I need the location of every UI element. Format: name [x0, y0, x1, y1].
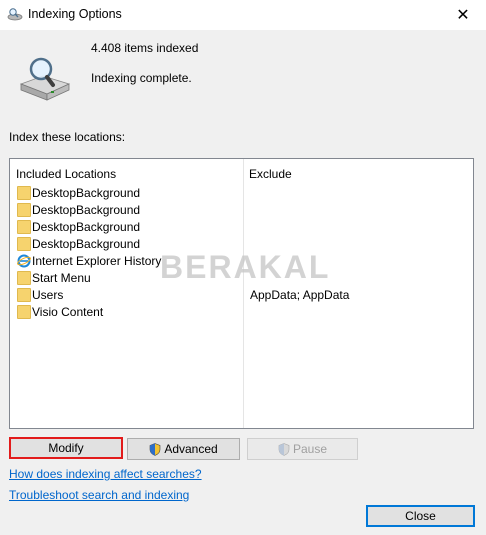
folder-icon	[17, 271, 31, 285]
location-name: DesktopBackground	[32, 237, 141, 251]
locations-list[interactable]: Included Locations Exclude DesktopBackgr…	[9, 158, 474, 429]
index-locations-label: Index these locations:	[9, 130, 126, 144]
modify-button-label: Modify	[48, 441, 84, 455]
location-name: DesktopBackground	[32, 220, 141, 234]
folder-icon	[17, 305, 31, 319]
items-indexed-count: 4.408 items indexed	[91, 41, 199, 55]
included-locations-header[interactable]: Included Locations	[16, 167, 116, 181]
location-exclude: AppData; AppData	[250, 288, 350, 302]
folder-icon	[17, 186, 31, 200]
how-indexing-affects-searches-link[interactable]: How does indexing affect searches?	[9, 467, 202, 481]
close-button-label: Close	[405, 509, 436, 523]
location-name: DesktopBackground	[32, 203, 141, 217]
location-row[interactable]: Users AppData; AppData	[10, 287, 473, 304]
location-name: Visio Content	[32, 305, 104, 319]
watermark: BERAKAL	[160, 249, 331, 285]
location-name: Users	[32, 288, 64, 302]
location-row[interactable]: DesktopBackground	[10, 185, 473, 202]
exclude-header[interactable]: Exclude	[249, 167, 292, 181]
close-button[interactable]: Close	[366, 505, 475, 527]
uac-shield-icon	[150, 442, 161, 456]
location-row[interactable]: Visio Content	[10, 304, 473, 321]
uac-shield-icon	[278, 442, 290, 456]
troubleshoot-search-indexing-link[interactable]: Troubleshoot search and indexing	[9, 488, 189, 502]
advanced-button-label: Advanced	[164, 442, 218, 456]
folder-icon	[17, 220, 31, 234]
close-window-button[interactable]: ✕	[440, 0, 486, 30]
indexing-options-icon	[7, 8, 23, 21]
location-row[interactable]: DesktopBackground	[10, 219, 473, 236]
window-title: Indexing Options	[28, 7, 122, 21]
pause-button-label: Pause	[292, 442, 328, 456]
location-name: Start Menu	[32, 271, 91, 285]
pause-button[interactable]: Pause	[247, 438, 358, 460]
advanced-button[interactable]: Advanced	[127, 438, 240, 460]
folder-icon	[17, 288, 31, 302]
folder-icon	[17, 237, 31, 251]
indexing-drive-magnifier-icon	[19, 57, 71, 101]
location-name: Internet Explorer History	[32, 254, 162, 268]
location-row[interactable]: DesktopBackground	[10, 202, 473, 219]
indexing-status-text: Indexing complete.	[91, 71, 192, 85]
close-icon: ✕	[456, 7, 470, 24]
folder-icon	[17, 203, 31, 217]
internet-explorer-icon	[17, 254, 31, 268]
location-name: DesktopBackground	[32, 186, 141, 200]
modify-button[interactable]: Modify	[9, 437, 123, 459]
title-bar: Indexing Options ✕	[0, 0, 486, 30]
